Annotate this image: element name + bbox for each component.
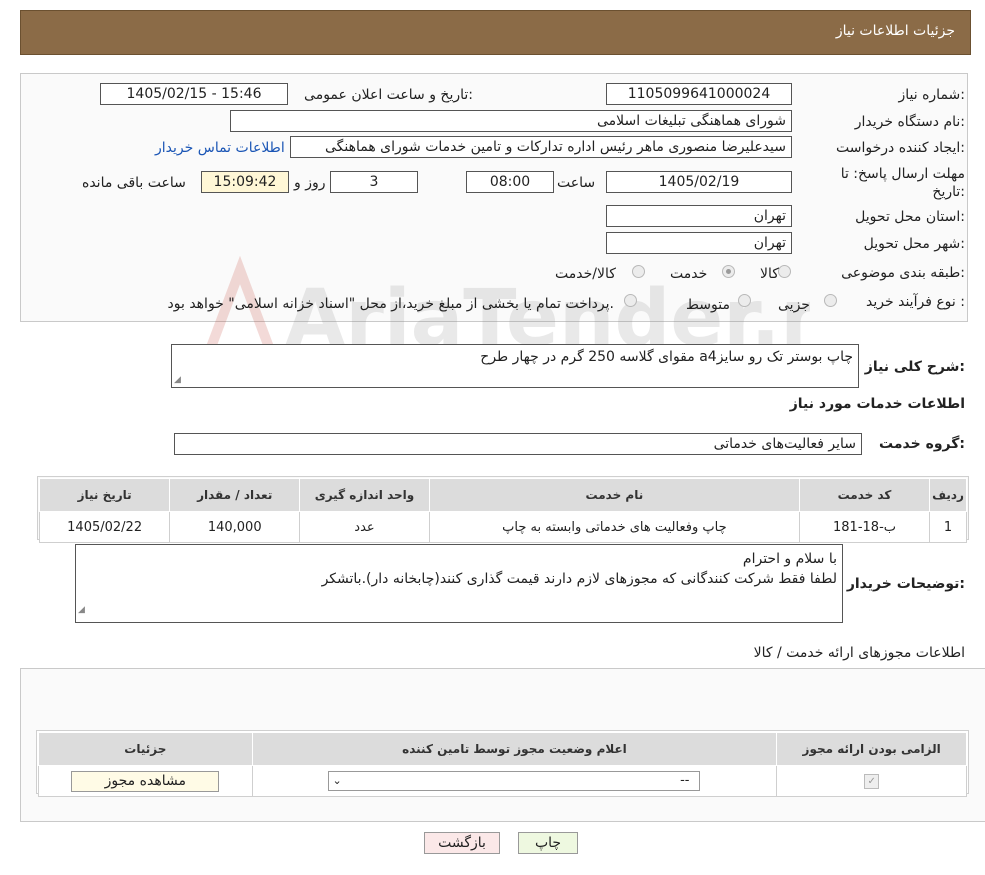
announce-date-field: 1405/02/15 - 15:46 [100, 83, 288, 105]
treasury-radio[interactable] [624, 294, 637, 307]
process-minor-label: جزیی [778, 297, 810, 313]
cell-license-required: ✓ [776, 765, 967, 797]
services-header-row: ردیف کد خدمت نام خدمت واحد اندازه گیری ت… [38, 478, 967, 512]
service-group-label: گروه خدمت: [879, 436, 965, 452]
col-service-name: نام خدمت [428, 478, 800, 512]
city-field: تهران [606, 232, 792, 254]
service-group-field: سایر فعالیت‌های خدماتی [174, 433, 862, 455]
process-minor-radio[interactable] [824, 294, 837, 307]
col-license-details: جزئیات [38, 732, 253, 766]
summary-text: چاپ بوستر تک رو سایزa4 مقوای گلاسه 250 گ… [480, 349, 853, 365]
cell-quantity: 140,000 [169, 511, 301, 543]
category-goods-label: کالا [760, 266, 779, 282]
deadline-label: مهلت ارسال پاسخ: تا [840, 166, 965, 182]
col-license-status: اعلام وضعیت مجوز توسط تامین کننده [251, 732, 778, 766]
license-status-select[interactable]: -- ⌄ [328, 771, 701, 791]
cell-unit: عدد [299, 511, 430, 543]
process-medium-label: متوسط [686, 297, 730, 313]
license-status-value: -- [680, 773, 690, 788]
province-label: استان محل تحویل: [855, 209, 965, 225]
creator-field: سیدعلیرضا منصوری ماهر رئیس اداره تدارکات… [290, 136, 792, 158]
summary-label: شرح کلی نیاز: [864, 359, 965, 375]
licenses-header-row: الزامی بودن ارائه مجوز اعلام وضعیت مجوز … [38, 732, 967, 766]
buyer-notes-line-1: با سلام و احترام [742, 551, 837, 567]
remaining-time-label: ساعت باقی مانده [82, 175, 186, 191]
remaining-time-field: 15:09:42 [201, 171, 289, 193]
treasury-note: پرداخت تمام یا بخشی از مبلغ خرید،از محل … [167, 296, 614, 312]
services-section-title: اطلاعات خدمات مورد نیاز [789, 396, 965, 412]
cell-license-status: -- ⌄ [251, 765, 778, 797]
chevron-down-icon: ⌄ [332, 774, 342, 787]
process-type-label: نوع فرآیند خرید : [866, 294, 965, 310]
deadline-time-field: 08:00 [466, 171, 554, 193]
remaining-days-field: 3 [330, 171, 418, 193]
col-service-code: کد خدمت [798, 478, 931, 512]
category-service-radio[interactable] [722, 265, 735, 278]
category-service-label: خدمت [670, 266, 708, 282]
buyer-org-field: شورای هماهنگی تبلیغات اسلامی [230, 110, 792, 132]
col-row: ردیف [929, 478, 967, 512]
need-number-field: 1105099641000024 [606, 83, 792, 105]
days-label: روز و [294, 175, 326, 191]
services-table-wrap: ردیف کد خدمت نام خدمت واحد اندازه گیری ت… [37, 476, 969, 543]
category-label: طبقه بندی موضوعی: [841, 265, 965, 281]
cell-license-details: مشاهده مجوز [38, 765, 253, 797]
category-goods-service-radio[interactable] [632, 265, 645, 278]
services-table: ردیف کد خدمت نام خدمت واحد اندازه گیری ت… [38, 478, 967, 543]
required-checkbox[interactable]: ✓ [864, 774, 880, 789]
buyer-notes-label: توضیحات خریدار: [846, 576, 965, 592]
resize-handle-icon[interactable]: ◢ [174, 375, 181, 385]
cell-row: 1 [929, 511, 967, 543]
deadline-label-date: تاریخ: [932, 184, 965, 200]
cell-need-date: 1405/02/22 [38, 511, 171, 543]
licenses-table-wrap: الزامی بودن ارائه مجوز اعلام وضعیت مجوز … [36, 730, 969, 797]
deadline-time-label: ساعت [557, 175, 596, 191]
summary-textarea[interactable]: چاپ بوستر تک رو سایزa4 مقوای گلاسه 250 گ… [171, 344, 859, 388]
cell-service-name: چاپ وفعالیت های خدماتی وابسته به چاپ [428, 511, 800, 543]
buyer-contact-link[interactable]: اطلاعات تماس خریدار [155, 140, 285, 156]
col-unit: واحد اندازه گیری [299, 478, 430, 512]
deadline-date-field: 1405/02/19 [606, 171, 792, 193]
category-goods-service-label: کالا/خدمت [555, 266, 616, 282]
licenses-section-title: اطلاعات مجوزهای ارائه خدمت / کالا [753, 645, 965, 661]
province-field: تهران [606, 205, 792, 227]
table-row: ✓ -- ⌄ مشاهده مجوز [38, 765, 967, 797]
need-number-label: شماره نیاز: [898, 87, 965, 103]
buyer-org-label: نام دستگاه خریدار: [854, 114, 965, 130]
table-row: 1 ب-18-181 چاپ وفعالیت های خدماتی وابسته… [38, 511, 967, 543]
view-license-button[interactable]: مشاهده مجوز [71, 770, 220, 792]
col-license-required: الزامی بودن ارائه مجوز [776, 732, 967, 766]
cell-service-code: ب-18-181 [798, 511, 931, 543]
licenses-table: الزامی بودن ارائه مجوز اعلام وضعیت مجوز … [38, 732, 967, 797]
back-button[interactable]: بازگشت [424, 832, 500, 854]
col-quantity: تعداد / مقدار [169, 478, 301, 512]
process-medium-radio[interactable] [738, 294, 751, 307]
buyer-notes-textarea[interactable]: با سلام و احترام لطفا فقط شرکت کنندگانی … [75, 544, 843, 623]
creator-label: ایجاد کننده درخواست: [836, 140, 965, 156]
category-goods-radio[interactable] [778, 265, 791, 278]
page-header: جزئیات اطلاعات نیاز [20, 10, 971, 55]
page-title: جزئیات اطلاعات نیاز [835, 23, 955, 39]
print-button[interactable]: چاپ [518, 832, 578, 854]
announce-date-label: تاریخ و ساعت اعلان عمومی: [304, 87, 473, 103]
resize-handle-icon[interactable]: ◢ [78, 600, 85, 620]
col-need-date: تاریخ نیاز [38, 478, 171, 512]
city-label: شهر محل تحویل: [863, 236, 965, 252]
buyer-notes-line-2: لطفا فقط شرکت کنندگانی که مجوزهای لازم د… [321, 571, 837, 587]
